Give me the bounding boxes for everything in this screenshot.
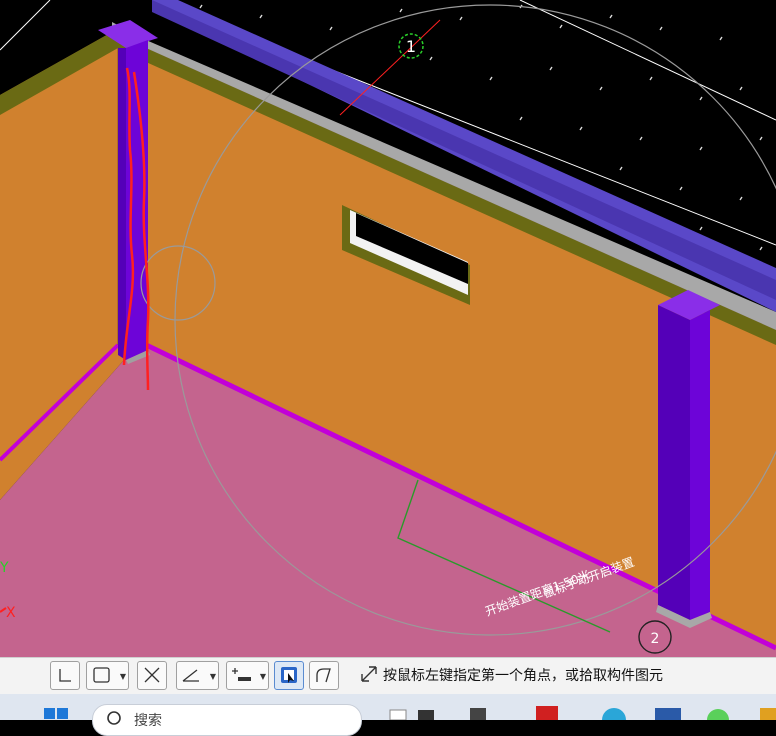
arc-icon [316,668,331,683]
task-view-icon[interactable] [389,709,407,720]
folder-icon[interactable] [760,708,776,720]
windows-start-icon[interactable] [44,708,68,719]
select-icon [281,667,297,683]
chevron-down-icon: ▼ [259,672,266,681]
cross-icon [144,667,160,683]
status-text: 按鼠标左键指定第一个角点，或拾取构件图元 [383,668,663,684]
bottom-marker-label: 2 [651,631,660,647]
rectangle-tool-button[interactable]: ▼ [86,661,129,690]
app-icon[interactable] [707,709,729,720]
resize-arrow-icon [361,666,377,682]
browser-icon[interactable] [602,708,626,720]
angle-tool-button[interactable]: ▼ [176,661,219,690]
line-tool-button[interactable] [50,661,80,690]
arc-tool-button[interactable] [309,661,339,690]
chevron-down-icon: ▼ [209,672,216,681]
search-placeholder: 搜索 [134,713,162,729]
axis-number-label: 1 [406,37,416,56]
select-tool-button[interactable] [274,661,304,690]
angle-icon [182,669,199,682]
search-icon [107,711,121,725]
axis-x-label: X [6,605,16,621]
terminal-icon[interactable] [418,710,434,720]
rectangle-icon [93,667,110,683]
line-icon [59,669,71,682]
point-icon [232,668,251,681]
point-tool-button[interactable]: ▼ [226,661,269,690]
chevron-down-icon: ▼ [119,672,126,681]
cad-viewport[interactable]: 1 Y X 鼠标手动开启装置 开始装置距离1.50米 2 [0,0,776,657]
app-icon[interactable] [470,708,486,720]
app-icon[interactable] [536,706,558,720]
app-icon[interactable] [655,708,681,720]
cross-tool-button[interactable] [137,661,167,690]
search-input[interactable] [92,704,362,736]
axis-y-label: Y [0,560,9,576]
